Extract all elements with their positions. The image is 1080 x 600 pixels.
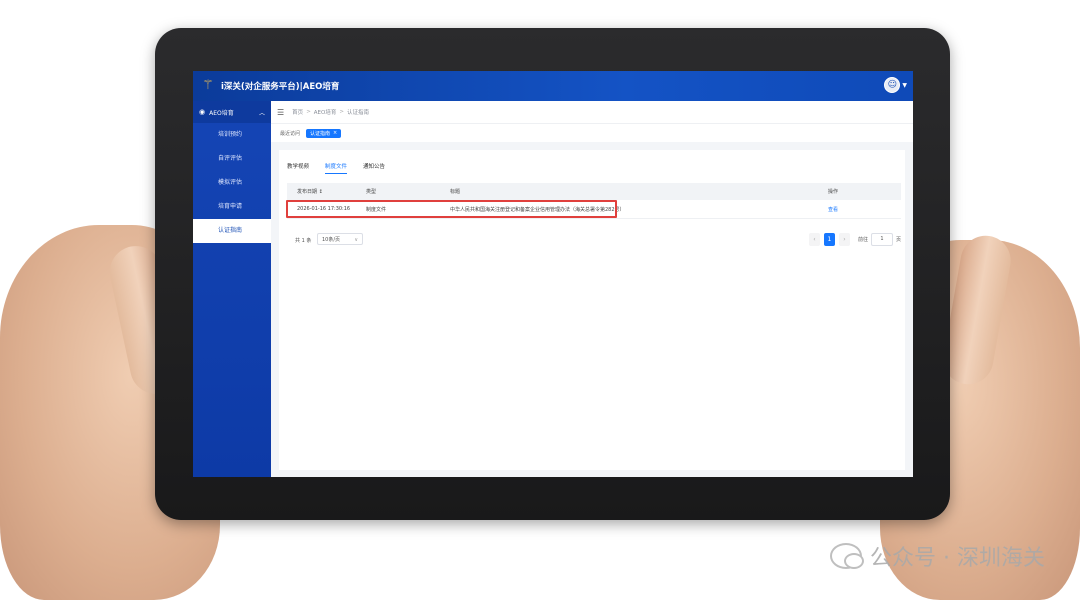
next-page-button[interactable]: › <box>838 233 850 246</box>
watermark-text: 公众号 · 深圳海关 <box>870 546 1045 571</box>
pagination-bar: 共 1 条 10条/页 ∨ ‹ 1 › 前往 1 页 <box>287 232 901 248</box>
tablet-screen: ⚚ i深关(对企服务平台)|AEO培育 ☺ ▼ ◉ AEO培育 ︿ 培训预约 自… <box>193 71 913 477</box>
page-unit-label: 页 <box>895 237 901 243</box>
highlight-box <box>286 200 617 218</box>
breadcrumb-separator: > <box>339 109 344 115</box>
circle-icon: ◉ <box>199 108 206 116</box>
page-size-value: 10条/页 <box>322 237 341 243</box>
page-number-button[interactable]: 1 <box>823 233 835 246</box>
menu-toggle-icon[interactable]: ☰ <box>277 108 284 117</box>
recent-tag[interactable]: 认证指南 × <box>306 128 342 138</box>
user-avatar-icon[interactable]: ☺ <box>884 77 901 93</box>
breadcrumb-separator: > <box>306 109 311 115</box>
page-size-select[interactable]: 10条/页 ∨ <box>317 233 363 245</box>
breadcrumb-home[interactable]: 首页 <box>292 108 303 116</box>
tab-notices[interactable]: 通知公告 <box>363 162 385 174</box>
user-menu[interactable]: ☺ ▼ <box>884 77 907 93</box>
column-header-type: 类型 <box>366 189 377 195</box>
main-area: ☰ 首页 > AEO培育 > 认证指南 最近访问 认证指南 × 教学视频 制度文… <box>271 101 913 477</box>
recent-tags-bar: 最近访问 认证指南 × <box>271 123 913 142</box>
sidebar-item-self-assessment[interactable]: 自评评估 <box>193 147 271 171</box>
recent-tag-label: 认证指南 <box>310 130 331 137</box>
sidebar-item-mock-assessment[interactable]: 模拟评估 <box>193 171 271 195</box>
sidebar: ◉ AEO培育 ︿ 培训预约 自评评估 模拟评估 培育申请 认证指南 <box>193 101 271 477</box>
chevron-up-icon[interactable]: ︿ <box>259 108 265 117</box>
top-bar: ⚚ i深关(对企服务平台)|AEO培育 ☺ ▼ <box>193 71 913 101</box>
goto-label: 前往 <box>857 237 868 243</box>
customs-emblem-icon: ⚚ <box>202 78 214 93</box>
goto-page-input[interactable]: 1 <box>870 233 893 246</box>
sidebar-group-label: AEO培育 <box>209 109 234 117</box>
sidebar-item-certification-guide[interactable]: 认证指南 <box>193 219 271 243</box>
sidebar-item-training[interactable]: 培训预约 <box>193 123 271 147</box>
content-card: 教学视频 制度文件 通知公告 发布日期 ↕ 类型 标题 操作 2026-01-1… <box>279 150 905 470</box>
view-link[interactable]: 查看 <box>828 206 888 213</box>
tab-bar: 教学视频 制度文件 通知公告 <box>287 162 401 174</box>
tab-teaching-video[interactable]: 教学视频 <box>287 162 309 174</box>
pager: ‹ 1 › 前往 1 页 <box>807 233 901 246</box>
wechat-icon <box>830 543 865 569</box>
breadcrumb: ☰ 首页 > AEO培育 > 认证指南 <box>271 101 913 123</box>
breadcrumb-aeo[interactable]: AEO培育 <box>314 108 337 116</box>
total-count: 共 1 条 <box>295 238 312 244</box>
breadcrumb-current: 认证指南 <box>346 110 369 116</box>
chevron-down-icon[interactable]: ▼ <box>902 82 907 89</box>
recent-label: 最近访问 <box>280 130 301 137</box>
prev-page-button[interactable]: ‹ <box>808 233 820 246</box>
tab-regulation-docs[interactable]: 制度文件 <box>325 162 348 174</box>
sidebar-item-cultivation-apply[interactable]: 培育申请 <box>193 195 271 219</box>
app-title: i深关(对企服务平台)|AEO培育 <box>221 82 340 92</box>
watermark: 公众号 · 深圳海关 <box>830 540 1045 572</box>
sidebar-group-aeo[interactable]: ◉ AEO培育 ︿ <box>193 101 271 123</box>
close-icon[interactable]: × <box>333 130 337 136</box>
column-header-date[interactable]: 发布日期 ↕ <box>287 188 366 195</box>
table-header: 发布日期 ↕ 类型 标题 操作 <box>287 183 901 200</box>
chevron-down-icon: ∨ <box>354 237 358 243</box>
column-header-action: 操作 <box>828 189 839 195</box>
column-header-title: 标题 <box>450 189 461 195</box>
